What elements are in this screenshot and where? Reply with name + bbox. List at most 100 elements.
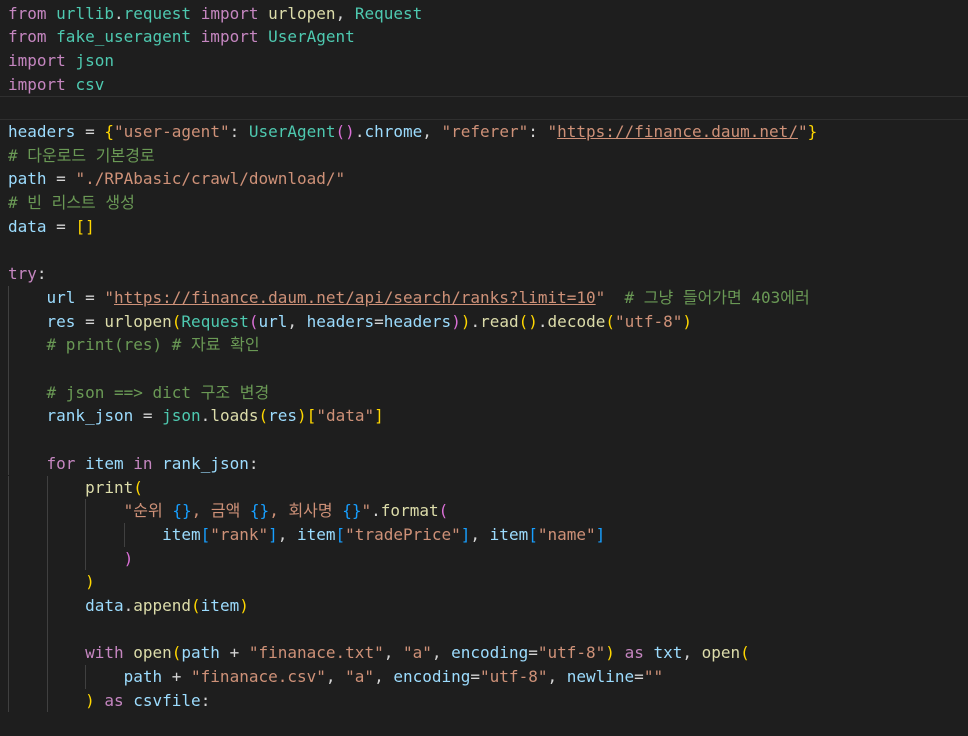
code-token: : — [201, 691, 211, 710]
code-token: = — [75, 288, 104, 307]
code-token — [124, 691, 134, 710]
code-token: from — [8, 4, 47, 23]
code-line[interactable]: # 다운로드 기본경로 — [0, 144, 968, 168]
code-line[interactable]: # 빈 리스트 생성 — [0, 191, 968, 215]
code-text: url = "https://finance.daum.net/api/sear… — [8, 286, 810, 310]
code-text: data.append(item) — [8, 594, 249, 618]
code-line[interactable]: data.append(item) — [0, 594, 968, 618]
code-line[interactable]: try: — [0, 262, 968, 286]
indent-guide — [8, 618, 9, 642]
code-token: ( — [258, 406, 268, 425]
code-line[interactable]: for item in rank_json: — [0, 452, 968, 476]
code-token: = — [75, 312, 104, 331]
code-line[interactable]: ) as csvfile: — [0, 689, 968, 713]
code-token: , — [470, 525, 489, 544]
code-editor[interactable]: from urllib.request import urlopen, Requ… — [0, 0, 968, 726]
code-token — [8, 549, 124, 568]
code-line[interactable]: # print(res) # 자료 확인 — [0, 333, 968, 357]
code-line[interactable]: import json — [0, 49, 968, 73]
code-line[interactable] — [0, 428, 968, 452]
code-line[interactable]: print( — [0, 476, 968, 500]
code-token: import — [201, 4, 259, 23]
code-token: = — [47, 169, 76, 188]
code-line[interactable] — [0, 96, 968, 120]
code-line[interactable]: res = urlopen(Request(url, headers=heade… — [0, 310, 968, 334]
code-token: open — [133, 643, 172, 662]
code-token: . — [114, 4, 124, 23]
code-line[interactable] — [0, 239, 968, 263]
code-token — [8, 691, 85, 710]
code-token: ( — [740, 643, 750, 662]
code-line[interactable]: path + "finanace.csv", "a", encoding="ut… — [0, 665, 968, 689]
code-token: ) — [605, 643, 615, 662]
code-token: # 그냥 들어가면 403에러 — [625, 288, 810, 307]
code-token: , — [326, 667, 345, 686]
code-token: [ — [307, 406, 317, 425]
code-token: " — [362, 501, 372, 520]
code-text: path = "./RPAbasic/crawl/download/" — [8, 167, 345, 191]
code-token — [124, 454, 134, 473]
code-token: : — [249, 454, 259, 473]
code-token: : — [528, 122, 547, 141]
code-line[interactable] — [0, 713, 968, 736]
code-text: # json ==> dict 구조 변경 — [8, 381, 269, 405]
code-token — [153, 454, 163, 473]
code-token: } — [808, 122, 818, 141]
code-line[interactable]: from fake_useragent import UserAgent — [0, 25, 968, 49]
code-token — [258, 27, 268, 46]
code-token: data — [85, 596, 124, 615]
code-token: read — [480, 312, 519, 331]
code-token: ( — [191, 596, 201, 615]
code-token: newline — [567, 667, 634, 686]
code-token: {} — [172, 501, 191, 520]
code-line[interactable]: ) — [0, 570, 968, 594]
code-line[interactable]: path = "./RPAbasic/crawl/download/" — [0, 167, 968, 191]
code-token: Request — [355, 4, 422, 23]
code-token: , 회사명 — [269, 501, 342, 520]
code-token: headers — [384, 312, 451, 331]
code-token: json — [75, 51, 114, 70]
code-token: = — [528, 643, 538, 662]
code-token: ( — [439, 501, 449, 520]
code-token: with — [85, 643, 124, 662]
code-line[interactable]: # json ==> dict 구조 변경 — [0, 381, 968, 405]
code-token: rank_json — [162, 454, 249, 473]
code-line[interactable]: item["rank"], item["tradePrice"], item["… — [0, 523, 968, 547]
code-token: . — [470, 312, 480, 331]
code-token: path — [8, 169, 47, 188]
code-line[interactable]: headers = {"user-agent": UserAgent().chr… — [0, 120, 968, 144]
code-text: "순위 {}, 금액 {}, 회사명 {}".format( — [8, 499, 448, 523]
code-token — [75, 454, 85, 473]
code-token: item — [490, 525, 529, 544]
code-line[interactable] — [0, 357, 968, 381]
code-line[interactable]: "순위 {}, 금액 {}, 회사명 {}".format( — [0, 499, 968, 523]
code-token: decode — [548, 312, 606, 331]
code-token: ) — [124, 549, 134, 568]
code-token[interactable]: https://finance.daum.net/api/search/rank… — [114, 288, 596, 307]
code-token: loads — [210, 406, 258, 425]
code-token: ) — [451, 312, 461, 331]
code-token: item — [85, 454, 124, 473]
code-token: as — [104, 691, 123, 710]
code-line[interactable]: rank_json = json.loads(res)["data"] — [0, 404, 968, 428]
code-token: csvfile — [133, 691, 200, 710]
code-line[interactable]: data = [] — [0, 215, 968, 239]
code-text: # 다운로드 기본경로 — [8, 144, 155, 168]
code-line[interactable] — [0, 618, 968, 642]
code-token: "referer" — [442, 122, 529, 141]
code-line[interactable]: from urllib.request import urlopen, Requ… — [0, 2, 968, 26]
code-line[interactable]: with open(path + "finanace.txt", "a", en… — [0, 641, 968, 665]
code-text: ) as csvfile: — [8, 689, 210, 713]
code-token: open — [702, 643, 741, 662]
code-token: ] — [374, 406, 384, 425]
code-token — [66, 75, 76, 94]
code-text: res = urlopen(Request(url, headers=heade… — [8, 310, 692, 334]
code-line[interactable]: import csv — [0, 73, 968, 97]
code-token: {} — [342, 501, 361, 520]
code-line[interactable]: url = "https://finance.daum.net/api/sear… — [0, 286, 968, 310]
code-token: [ — [201, 525, 211, 544]
code-line[interactable]: ) — [0, 547, 968, 571]
code-token: [ — [336, 525, 346, 544]
code-token[interactable]: https://finance.daum.net/ — [557, 122, 798, 141]
code-token — [8, 478, 85, 497]
